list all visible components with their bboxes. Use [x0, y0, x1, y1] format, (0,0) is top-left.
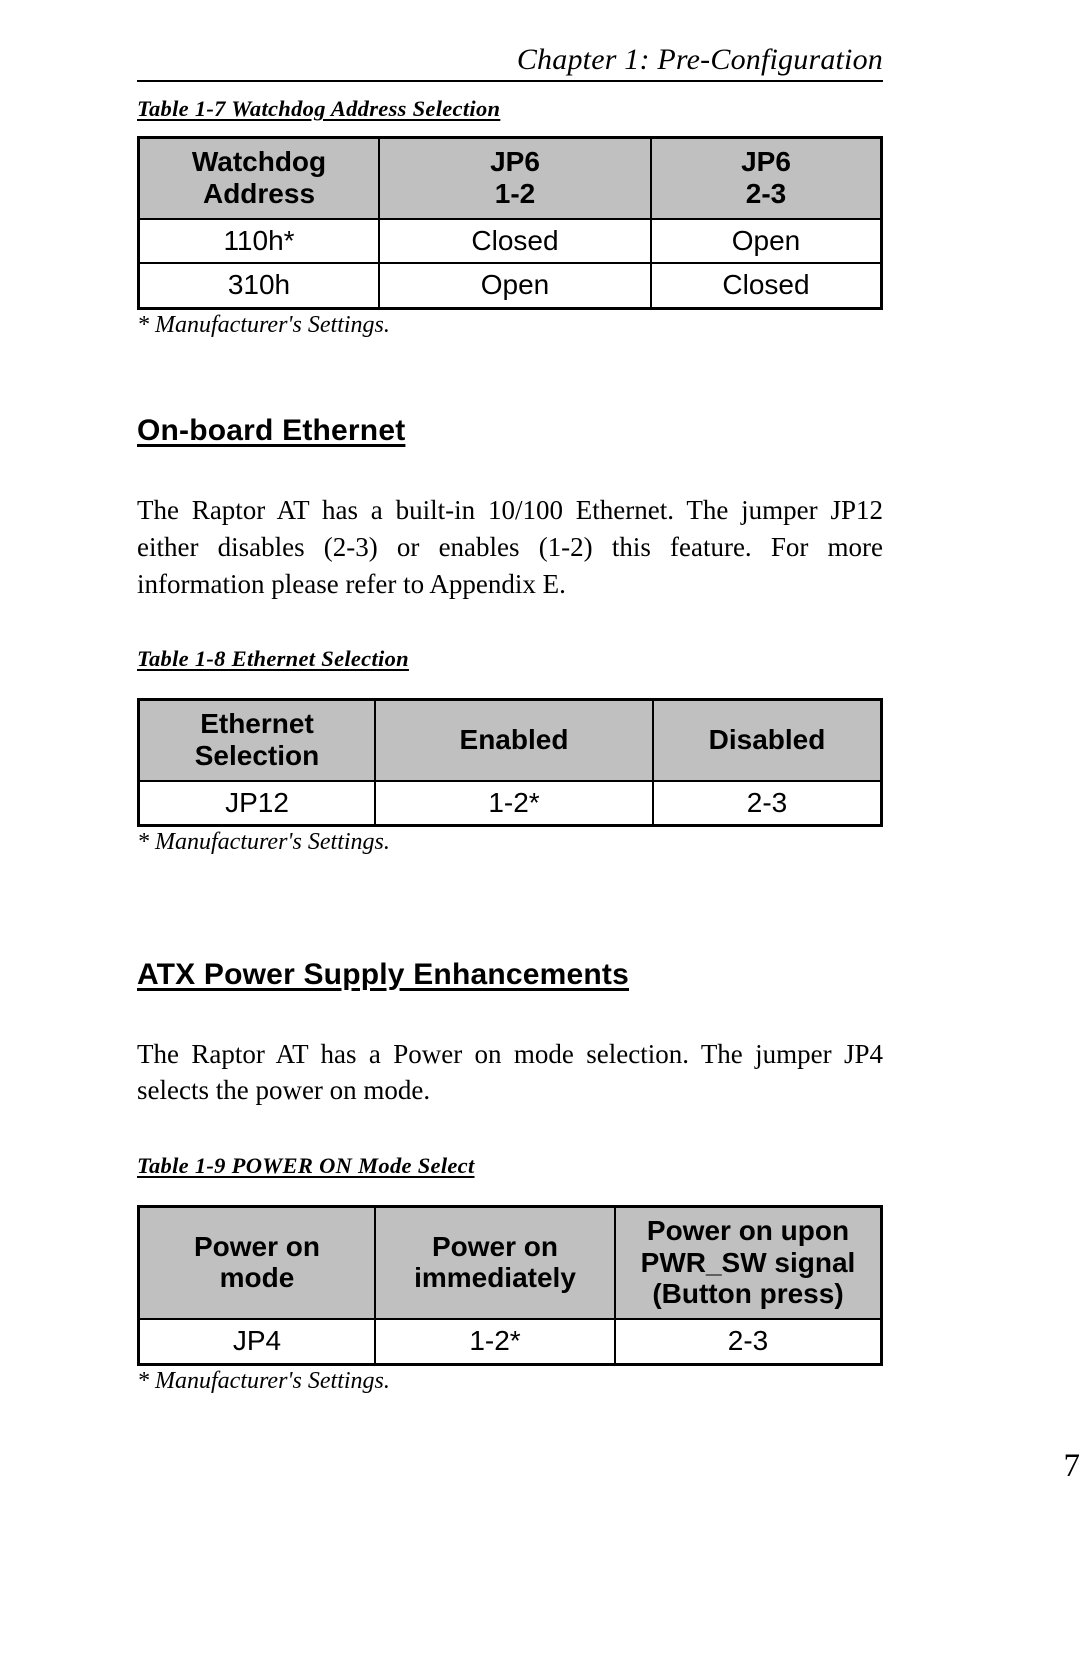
table-cell: JP12: [137, 779, 376, 827]
column-header-enabled: Enabled: [374, 698, 654, 782]
table-header-row: Power on mode Power on immediately Power…: [137, 1205, 883, 1320]
page-content: Chapter 1: Pre-Configuration Table 1-7 W…: [137, 0, 883, 1394]
section-heading-on-board-ethernet: On-board Ethernet: [137, 414, 406, 448]
document-page: Chapter 1: Pre-Configuration Table 1-7 W…: [0, 0, 1080, 1669]
table-header: Watchdog Address JP6 1-2 JP6 2-3: [137, 136, 883, 220]
column-header-power-on-upon-pwr-sw-signal: Power on upon PWR_SW signal (Button pres…: [614, 1205, 883, 1320]
table-cell: 2-3: [652, 779, 883, 827]
table-1-8-caption: Table 1-8 Ethernet Selection: [137, 646, 409, 672]
table-row: JP4 1-2* 2-3: [137, 1317, 883, 1366]
header-line: JP6: [741, 146, 791, 178]
table-header-row: Watchdog Address JP6 1-2 JP6 2-3: [137, 136, 883, 220]
table-1-7-caption: Table 1-7 Watchdog Address Selection: [137, 96, 501, 122]
column-header-jp6-2-3: JP6 2-3: [650, 136, 883, 220]
paragraph-ethernet: The Raptor AT has a built-in 10/100 Ethe…: [137, 495, 883, 599]
table-body: 110h* Closed Open 310h Open Closed: [137, 217, 883, 310]
header-line: JP6: [490, 146, 540, 178]
column-header-power-on-mode: Power on mode: [137, 1205, 376, 1320]
header-line: 1-2: [494, 178, 536, 210]
running-header: Chapter 1: Pre-Configuration: [137, 0, 883, 83]
table-1-9-caption: Table 1-9 POWER ON Mode Select: [137, 1153, 475, 1179]
column-header-ethernet-selection: Ethernet Selection: [137, 698, 376, 782]
table-cell: Closed: [378, 217, 652, 265]
header-line: (Button press): [652, 1278, 844, 1310]
table-row: JP12 1-2* 2-3: [137, 779, 883, 827]
table-body: JP12 1-2* 2-3: [137, 779, 883, 827]
page-number: 7: [1063, 1448, 1080, 1484]
table-body: JP4 1-2* 2-3: [137, 1317, 883, 1366]
table-cell: 310h: [137, 262, 380, 310]
header-line: immediately: [414, 1262, 576, 1294]
header-line: Power on upon: [646, 1215, 850, 1247]
table-row: 110h* Closed Open: [137, 217, 883, 265]
column-header-power-on-immediately: Power on immediately: [374, 1205, 616, 1320]
table-header: Ethernet Selection Enabled Disabled: [137, 698, 883, 782]
table-1-7-caption-wrap: Table 1-7 Watchdog Address Selection: [137, 96, 883, 122]
table-cell: 2-3: [614, 1317, 883, 1366]
table-cell: Closed: [650, 262, 883, 310]
table-cell: 110h*: [137, 217, 380, 265]
table-1-9-footnote: * Manufacturer's Settings.: [137, 1367, 390, 1394]
header-line: Power on: [193, 1230, 320, 1262]
table-watchdog-address-selection: Watchdog Address JP6 1-2 JP6 2-3 110h* C…: [137, 136, 883, 310]
column-header-jp6-1-2: JP6 1-2: [378, 136, 652, 220]
section-heading-atx-power-supply-enhancements: ATX Power Supply Enhancements: [137, 957, 630, 991]
header-line: Ethernet: [200, 708, 314, 740]
header-line: Selection: [194, 740, 320, 771]
paragraph-atx: The Raptor AT has a Power on mode select…: [137, 1038, 883, 1106]
table-header: Power on mode Power on immediately Power…: [137, 1205, 883, 1320]
table-cell: Open: [378, 262, 652, 310]
table-cell: JP4: [137, 1317, 376, 1366]
column-header-watchdog-address: Watchdog Address: [137, 136, 380, 220]
header-line: Power on: [431, 1230, 558, 1262]
table-cell: 1-2*: [374, 1317, 616, 1366]
table-1-7-footnote: * Manufacturer's Settings.: [137, 311, 390, 338]
header-line: mode: [219, 1262, 295, 1294]
table-row: 310h Open Closed: [137, 262, 883, 310]
header-line: Address: [202, 178, 316, 210]
section-heading-wrap-ethernet: On-board Ethernet: [137, 414, 883, 448]
table-header-row: Ethernet Selection Enabled Disabled: [137, 698, 883, 782]
table-power-on-mode-select: Power on mode Power on immediately Power…: [137, 1205, 883, 1366]
header-line: Enabled: [459, 724, 569, 756]
table-1-8-footnote: * Manufacturer's Settings.: [137, 829, 390, 856]
table-cell: 1-2*: [374, 779, 654, 827]
table-ethernet-selection: Ethernet Selection Enabled Disabled JP12…: [137, 698, 883, 828]
section-heading-wrap-atx: ATX Power Supply Enhancements: [137, 958, 883, 992]
header-line: PWR_SW signal: [640, 1246, 856, 1278]
header-line: Disabled: [708, 724, 826, 756]
table-1-9-caption-wrap: Table 1-9 POWER ON Mode Select: [137, 1153, 883, 1179]
header-line: Watchdog: [191, 146, 327, 178]
table-cell: Open: [650, 217, 883, 265]
column-header-disabled: Disabled: [652, 698, 883, 782]
table-1-8-caption-wrap: Table 1-8 Ethernet Selection: [137, 646, 883, 672]
header-line: 2-3: [745, 178, 787, 210]
